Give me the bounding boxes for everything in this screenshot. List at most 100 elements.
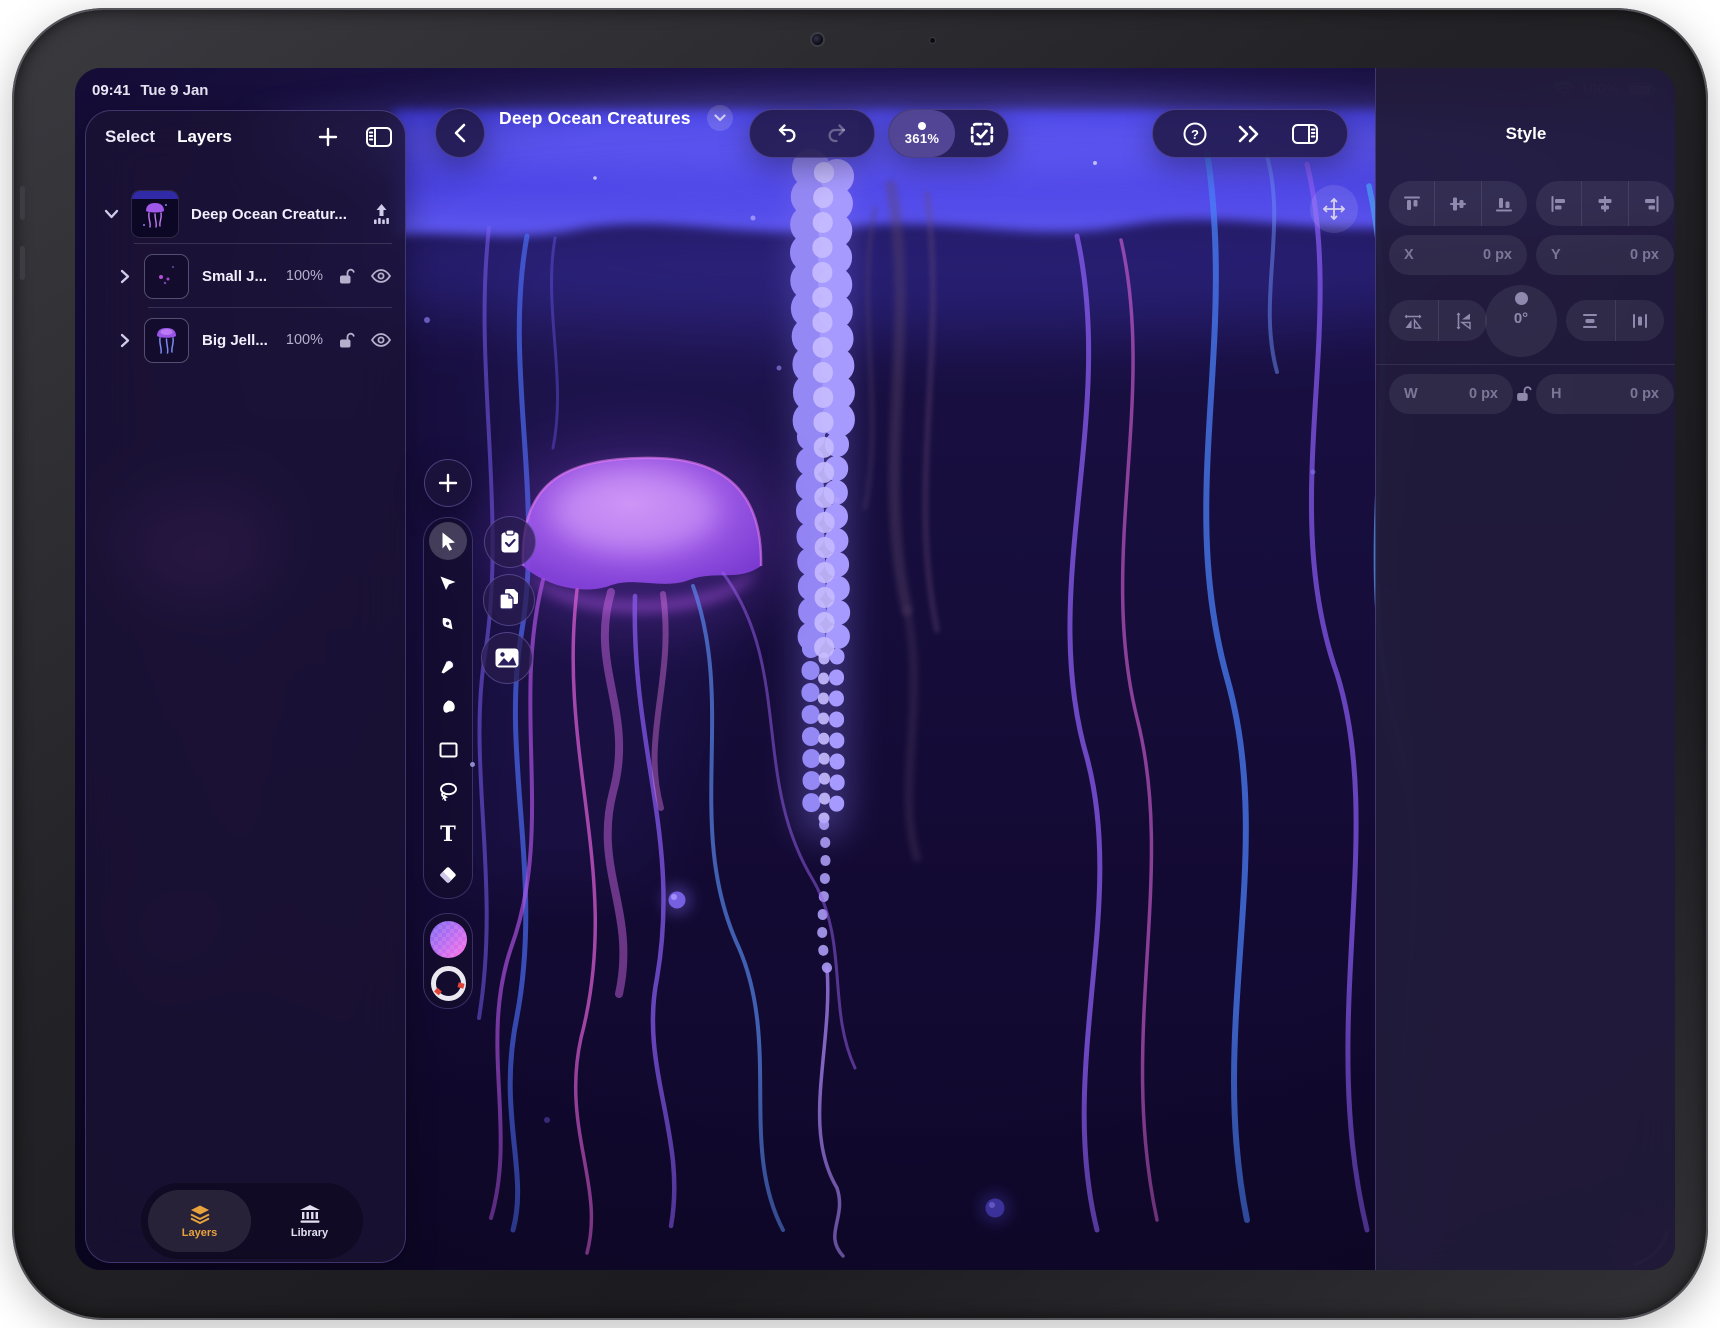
layer-row-small-jellyfish[interactable]: Small J... 100% [86,253,405,299]
tool-eraser[interactable] [429,856,467,894]
layer-row-big-jellyfish[interactable]: Big Jell... 100% [86,317,405,363]
stroke-red-tick [457,982,464,988]
align-middle-button[interactable] [1434,181,1480,226]
distribute-vertical-icon [1581,312,1599,330]
aspect-lock-icon[interactable] [1514,384,1534,404]
x-position-field[interactable]: X 0 px [1389,235,1527,275]
distribute-vertical-button[interactable] [1566,300,1615,341]
artboard-export-icon[interactable] [371,203,392,225]
align-bottom-icon [1494,195,1514,213]
toggle-right-panel-button[interactable] [1291,123,1319,145]
tool-node[interactable] [429,564,467,602]
w-value: 0 px [1469,386,1498,402]
stroke-color-well[interactable] [431,966,466,1001]
chevron-right-icon[interactable] [120,269,130,284]
move-crosshair-icon [1322,197,1346,221]
style-panel-title: Style [1376,124,1675,144]
chevron-down-icon[interactable] [104,209,119,219]
pencil-tip-icon [439,657,457,675]
volume-down-button [20,246,25,280]
back-button[interactable] [435,108,485,158]
add-element-button[interactable] [424,459,472,507]
distribute-horizontal-button[interactable] [1615,300,1665,341]
align-center-icon [1596,194,1614,214]
artboard-name: Deep Ocean Creatur... [191,206,347,223]
footer-tab-label: Library [291,1227,328,1239]
flip-horizontal-button[interactable] [1389,300,1438,341]
layer-opacity[interactable]: 100% [286,332,323,348]
zoom-level: 361% [905,131,939,146]
tool-shape[interactable] [429,731,467,769]
artboard-thumbnail[interactable] [131,190,179,238]
width-field[interactable]: W 0 px [1389,374,1513,414]
fill-color-well[interactable] [430,921,467,958]
canvas-move-button[interactable] [1310,185,1358,233]
rectangle-shape-icon [439,742,458,758]
layer-opacity[interactable]: 100% [286,268,323,284]
visibility-eye-icon[interactable] [370,268,392,284]
h-value: 0 px [1630,386,1659,402]
layers-panel: Select Layers [85,110,406,1263]
sidebar-left-icon [365,126,393,148]
align-top-button[interactable] [1389,181,1434,226]
tool-pen[interactable] [429,605,467,643]
double-chevron-right-icon [1236,124,1262,144]
footer-tab-layers[interactable]: Layers [148,1190,251,1252]
brush-blob-icon [439,699,457,717]
height-field[interactable]: H 0 px [1536,374,1674,414]
front-camera [812,34,823,45]
rotation-value: 0° [1514,310,1528,327]
y-label: Y [1551,247,1561,263]
y-position-field[interactable]: Y 0 px [1536,235,1674,275]
align-vertical-group [1389,181,1527,226]
tab-layers[interactable]: Layers [177,127,232,147]
y-value: 0 px [1630,247,1659,263]
tool-lasso[interactable] [429,773,467,811]
tool-pencil[interactable] [429,647,467,685]
color-wells [423,913,473,1009]
align-right-icon [1642,194,1660,214]
ipad-product-shot: 09:41 Tue 9 Jan 100% Deep Ocean Creat [0,0,1720,1328]
paste-button[interactable] [484,516,536,568]
zoom-level-button[interactable]: 361% [889,110,955,157]
align-center-button[interactable] [1581,181,1627,226]
lock-open-icon[interactable] [337,331,356,350]
expand-tools-button[interactable] [1236,124,1262,144]
tab-select[interactable]: Select [105,127,155,147]
history-group [749,109,875,158]
flip-group [1389,300,1487,341]
tool-select[interactable] [429,522,467,560]
plus-icon [317,126,339,148]
layer-thumbnail[interactable] [144,318,189,363]
lock-open-icon[interactable] [337,267,356,286]
redo-button[interactable] [825,124,847,144]
rotation-knob[interactable] [1515,292,1528,305]
rotation-dial[interactable]: 0° [1485,285,1557,357]
align-bottom-button[interactable] [1481,181,1527,226]
footer-tab-library[interactable]: Library [258,1190,361,1252]
add-layer-button[interactable] [317,126,339,148]
undo-button[interactable] [777,124,799,144]
select-all-button[interactable] [955,121,1008,147]
row-divider [148,307,392,308]
align-right-button[interactable] [1628,181,1674,226]
panel-footer-tabs: Layers Library [141,1183,363,1259]
zoom-indicator-dot [918,122,926,130]
insert-image-button[interactable] [481,632,533,684]
align-left-button[interactable] [1536,181,1581,226]
tool-text[interactable]: T [429,814,467,852]
artboard-row[interactable]: Deep Ocean Creatur... [86,191,405,237]
help-button[interactable]: ? [1182,121,1208,147]
w-label: W [1404,386,1418,402]
plus-icon [437,472,459,494]
title-dropdown-button[interactable] [707,105,733,131]
visibility-eye-icon[interactable] [370,332,392,348]
tool-brush[interactable] [429,689,467,727]
toggle-left-panel-button[interactable] [365,126,393,148]
chevron-right-icon[interactable] [120,333,130,348]
image-icon [494,647,520,669]
flip-vertical-button[interactable] [1438,300,1488,341]
duplicate-button[interactable] [483,574,535,626]
svg-text:?: ? [1191,127,1199,142]
layer-thumbnail[interactable] [144,254,189,299]
